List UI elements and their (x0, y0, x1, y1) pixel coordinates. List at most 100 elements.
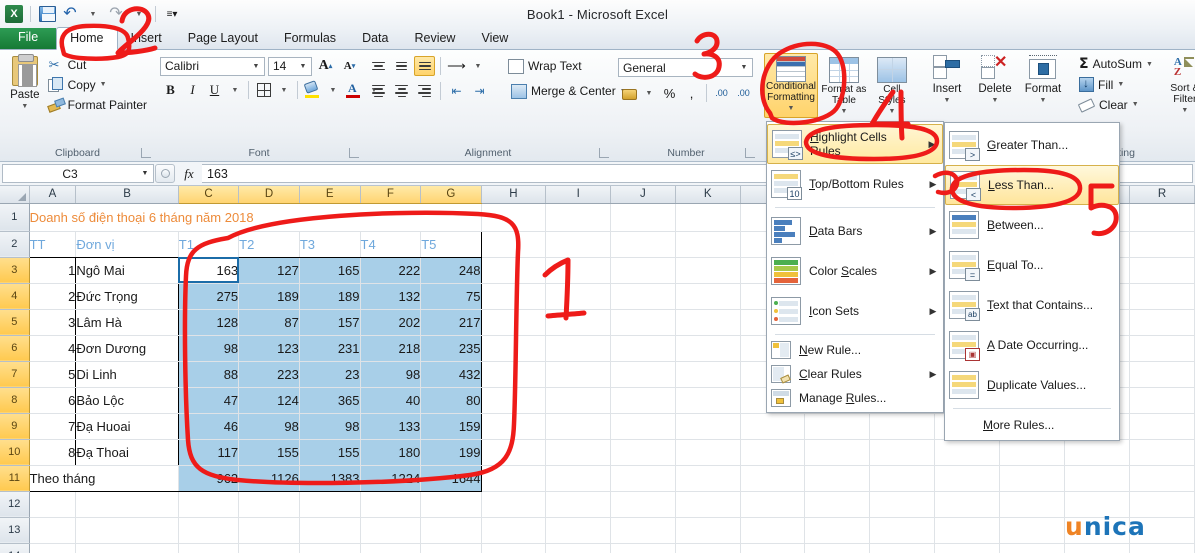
cell-N11[interactable] (870, 465, 935, 491)
cell-D5[interactable]: 87 (239, 309, 300, 335)
decrease-indent-button[interactable]: ⇤ (446, 81, 467, 101)
cell-I2[interactable] (546, 231, 611, 257)
cell-J14[interactable] (611, 543, 676, 553)
cell-G4[interactable]: 75 (421, 283, 481, 309)
submenu-item-equal-to[interactable]: = Equal To... (945, 245, 1119, 285)
cell-B13[interactable] (76, 517, 178, 543)
row-header-5[interactable]: 5 (0, 309, 29, 335)
cell-C6[interactable]: 98 (178, 335, 238, 361)
cell-D12[interactable] (239, 491, 300, 517)
underline-dropdown-icon[interactable]: ▼ (226, 80, 244, 100)
insert-function-icon[interactable]: fx (176, 162, 202, 185)
menu-item-manage-rules[interactable]: Manage Rules... (767, 386, 943, 410)
cell-A5[interactable]: 3 (29, 309, 76, 335)
cell-C13[interactable] (178, 517, 238, 543)
cell-A2-header-tt[interactable]: TT (29, 231, 76, 257)
conditional-formatting-menu[interactable]: ≤> Highlight Cells Rules ▶ 10 Top/Bottom… (766, 121, 944, 413)
cell-J13[interactable] (611, 517, 676, 543)
cell-R7[interactable] (1129, 361, 1194, 387)
cell-K9[interactable] (675, 413, 740, 439)
col-header-C[interactable]: C (178, 186, 238, 203)
paste-button[interactable]: Paste ▼ (5, 54, 45, 113)
cell-K14[interactable] (675, 543, 740, 553)
row-header-6[interactable]: 6 (0, 335, 29, 361)
ribbon-tab-strip[interactable]: File Home Insert Page Layout Formulas Da… (0, 28, 1195, 50)
row-header-3[interactable]: 3 (0, 257, 29, 283)
cell-M12[interactable] (805, 491, 870, 517)
merge-center-button[interactable]: Merge & Center ▼ (508, 83, 630, 100)
copy-button[interactable]: Copy ▼ (45, 76, 150, 93)
cell-G12[interactable] (421, 491, 481, 517)
cell-H12[interactable] (481, 491, 546, 517)
cell-O14[interactable] (935, 543, 1000, 553)
cell-B9[interactable]: Đạ Huoai (76, 413, 178, 439)
cell-C10[interactable]: 117 (178, 439, 238, 465)
format-as-table-button[interactable]: Format as Table ▼ (820, 53, 868, 118)
number-format-dropdown-icon[interactable]: ▼ (738, 64, 750, 71)
paste-dropdown-icon[interactable]: ▼ (21, 101, 28, 113)
cell-H4[interactable] (481, 283, 546, 309)
cell-C11[interactable]: 962 (178, 465, 238, 491)
tab-review[interactable]: Review (401, 28, 468, 49)
col-header-F[interactable]: F (360, 186, 421, 203)
cell-G6[interactable]: 235 (421, 335, 481, 361)
cell-K13[interactable] (675, 517, 740, 543)
copy-dropdown-icon[interactable]: ▼ (100, 81, 107, 88)
select-all-corner[interactable] (0, 186, 29, 203)
cell-I5[interactable] (546, 309, 611, 335)
cell-G13[interactable] (421, 517, 481, 543)
cell-K11[interactable] (675, 465, 740, 491)
cell-J6[interactable] (611, 335, 676, 361)
cell-H9[interactable] (481, 413, 546, 439)
cell-R2[interactable] (1129, 231, 1194, 257)
cell-C9[interactable]: 46 (178, 413, 238, 439)
cell-K6[interactable] (675, 335, 740, 361)
cell-F3[interactable]: 222 (360, 257, 421, 283)
font-size-dropdown-icon[interactable]: ▼ (297, 63, 309, 70)
cell-A8[interactable]: 6 (29, 387, 76, 413)
cell-G14[interactable] (421, 543, 481, 553)
cell-C5[interactable]: 128 (178, 309, 238, 335)
cell-L14[interactable] (740, 543, 805, 553)
menu-item-new-rule[interactable]: New Rule... (767, 338, 943, 362)
submenu-item-greater-than[interactable]: > Greater Than... (945, 125, 1119, 165)
cell-O10[interactable] (935, 439, 1000, 465)
cell-H5[interactable] (481, 309, 546, 335)
col-header-H[interactable]: H (481, 186, 546, 203)
cell-N12[interactable] (870, 491, 935, 517)
cell-Q10[interactable] (1065, 439, 1130, 465)
clear-button[interactable]: Clear ▼ (1076, 96, 1156, 113)
cell-R11[interactable] (1129, 465, 1194, 491)
cell-M13[interactable] (805, 517, 870, 543)
italic-button[interactable]: I (182, 80, 203, 100)
tab-data[interactable]: Data (349, 28, 401, 49)
menu-item-highlight-cells-rules[interactable]: ≤> Highlight Cells Rules ▶ (767, 124, 943, 164)
delete-cells-button[interactable]: ✕ Delete ▼ (972, 53, 1018, 107)
cell-D13[interactable] (239, 517, 300, 543)
cell-G1[interactable] (421, 203, 481, 231)
cell-D9[interactable]: 98 (239, 413, 300, 439)
conditional-formatting-button[interactable]: Conditional Formatting ▼ (764, 53, 818, 118)
cell-G5[interactable]: 217 (421, 309, 481, 335)
cell-N9[interactable] (870, 413, 935, 439)
insert-dropdown-icon[interactable]: ▼ (944, 95, 951, 107)
menu-item-color-scales[interactable]: Color Scales ▶ (767, 251, 943, 291)
cell-I10[interactable] (546, 439, 611, 465)
cut-button[interactable]: Cut (45, 56, 150, 73)
cell-D2-header-t2[interactable]: T2 (239, 231, 300, 257)
orientation-dropdown-icon[interactable]: ▼ (469, 56, 487, 76)
underline-button[interactable]: U (204, 80, 225, 100)
cell-E4[interactable]: 189 (299, 283, 360, 309)
cell-K8[interactable] (675, 387, 740, 413)
col-header-J[interactable]: J (611, 186, 676, 203)
cell-B14[interactable] (76, 543, 178, 553)
cell-C3[interactable]: 163 (178, 257, 238, 283)
cell-R4[interactable] (1129, 283, 1194, 309)
cell-L11[interactable] (740, 465, 805, 491)
col-header-B[interactable]: B (76, 186, 178, 203)
cell-J8[interactable] (611, 387, 676, 413)
cell-G11[interactable]: 1644 (421, 465, 481, 491)
cell-G10[interactable]: 199 (421, 439, 481, 465)
sort-filter-dropdown-icon[interactable]: ▼ (1181, 105, 1188, 117)
cell-M11[interactable] (805, 465, 870, 491)
